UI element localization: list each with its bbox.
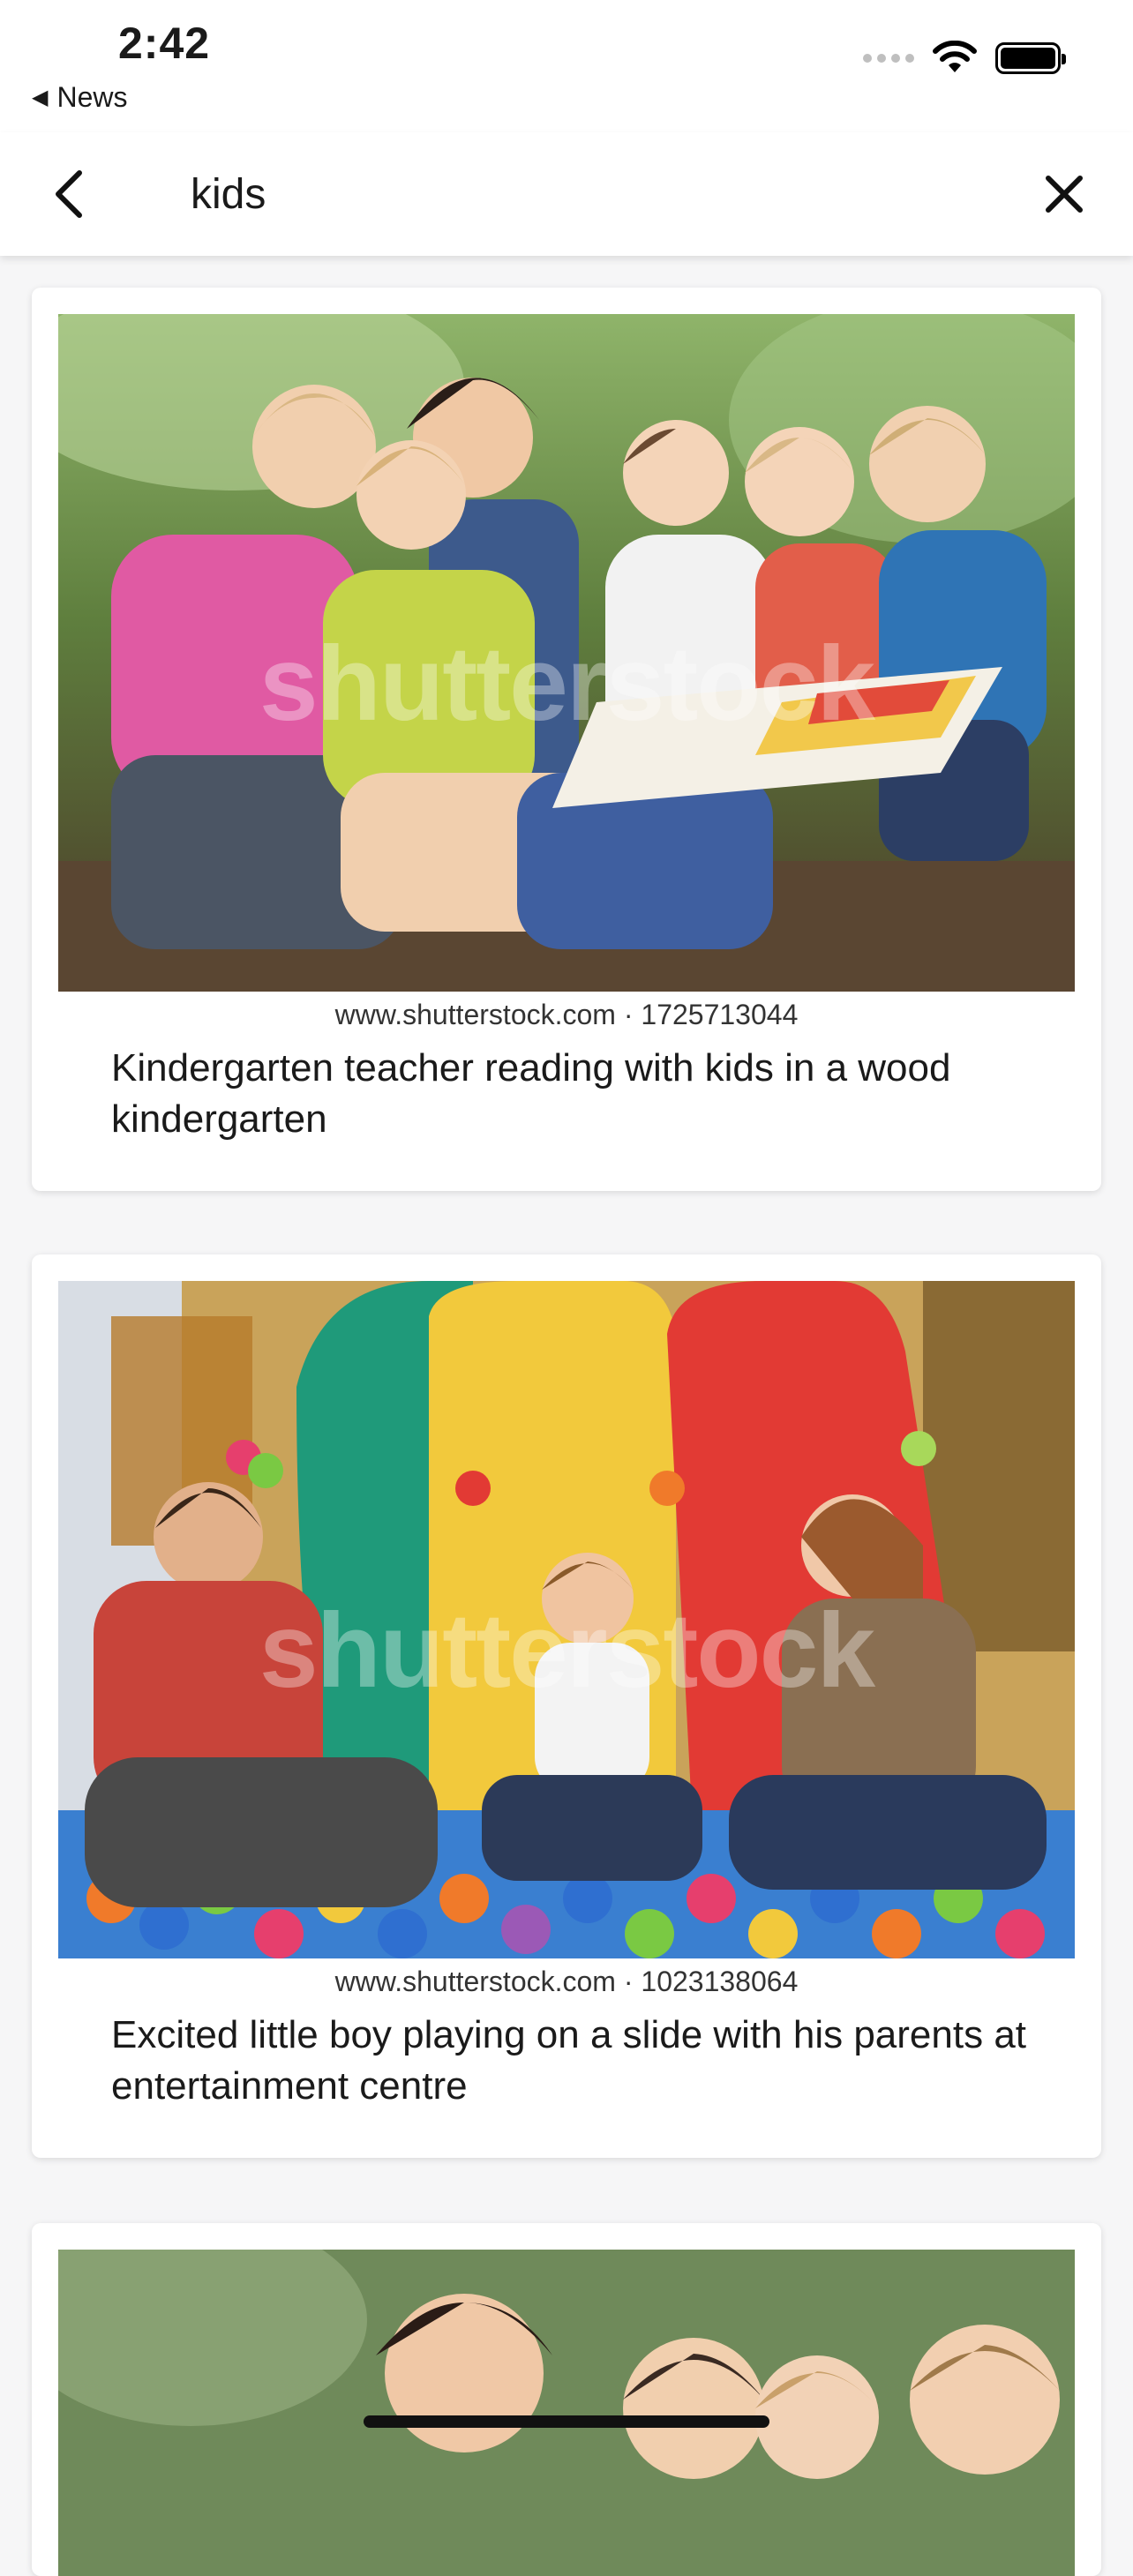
close-icon [1046,176,1083,213]
result-card[interactable]: shutterstock www.shutterstock.com · 1023… [32,1254,1101,2158]
back-app-label: News [56,81,128,113]
stock-id-label: www.shutterstock.com · 1023138064 [334,1966,799,1997]
status-bar: 2:42 ◀ News [0,0,1133,132]
result-caption[interactable]: Excited little boy playing on a slide wi… [111,2010,1029,2112]
back-triangle-icon: ◀ [32,86,49,109]
cellular-signal-icon [863,54,914,63]
result-image[interactable]: shutterstock [58,314,1075,992]
status-icons [863,41,1066,76]
watermark-text: shutterstock [259,1591,875,1710]
photo-teacher-kids-illustration [58,2250,1075,2576]
result-image[interactable] [58,2250,1075,2576]
result-image[interactable]: shutterstock [58,1281,1075,1958]
result-caption[interactable]: Kindergarten teacher reading with kids i… [111,1043,1029,1145]
stock-id-label: www.shutterstock.com · 1725713044 [334,999,799,1030]
search-header [0,132,1133,256]
wifi-icon [933,41,977,72]
clear-search-button[interactable] [1031,161,1098,228]
battery-icon [995,42,1066,74]
chevron-left-icon [56,170,82,218]
back-button[interactable] [35,161,102,228]
status-time: 2:42 [118,19,211,68]
watermark-text: shutterstock [259,625,875,743]
result-card[interactable]: shutterstock www.shutterstock.com · 1725… [32,288,1101,1191]
back-to-app-link[interactable]: ◀ News [32,81,127,114]
home-indicator[interactable] [364,2415,769,2428]
search-input[interactable] [191,159,985,229]
result-card[interactable] [32,2223,1101,2576]
